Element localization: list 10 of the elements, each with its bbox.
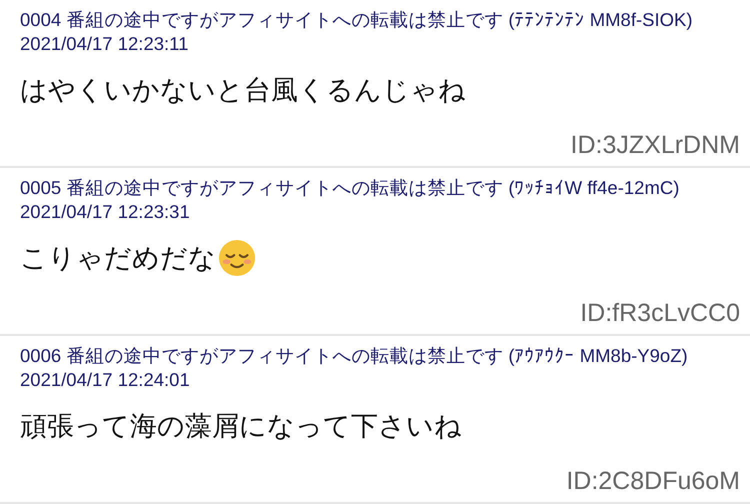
post-body: こりゃだめだな: [20, 242, 216, 276]
post-body: 頑張って海の藻屑になって下さいね: [20, 410, 462, 444]
poster-id: ID:fR3cLvCC0: [580, 299, 740, 328]
post-header: 0006 番組の途中ですがアフィサイトへの転載は禁止です (ｱｳｱｳｸｰ MM8b-Y9oZ) 2021/04/17 12:24:01: [20, 344, 689, 392]
post-header: 0005 番組の途中ですがアフィサイトへの転載は禁止です (ﾜｯﾁｮｲW ff4e-12mC) 2021/04/17 12:23:31: [20, 176, 680, 224]
post-header: 0004 番組の途中ですがアフィサイトへの転載は禁止です (ﾃﾃﾝﾃﾝﾃﾝ MM8f-SIOK) 2021/04/17 12:23:11: [20, 8, 694, 56]
post-body: はやくいかないと台風くるんじゃね: [20, 74, 466, 108]
smiley-icon: [218, 239, 256, 277]
poster-id: ID:2C8DFu6oM: [566, 467, 740, 496]
poster-id: ID:3JZXLrDNM: [570, 131, 740, 160]
